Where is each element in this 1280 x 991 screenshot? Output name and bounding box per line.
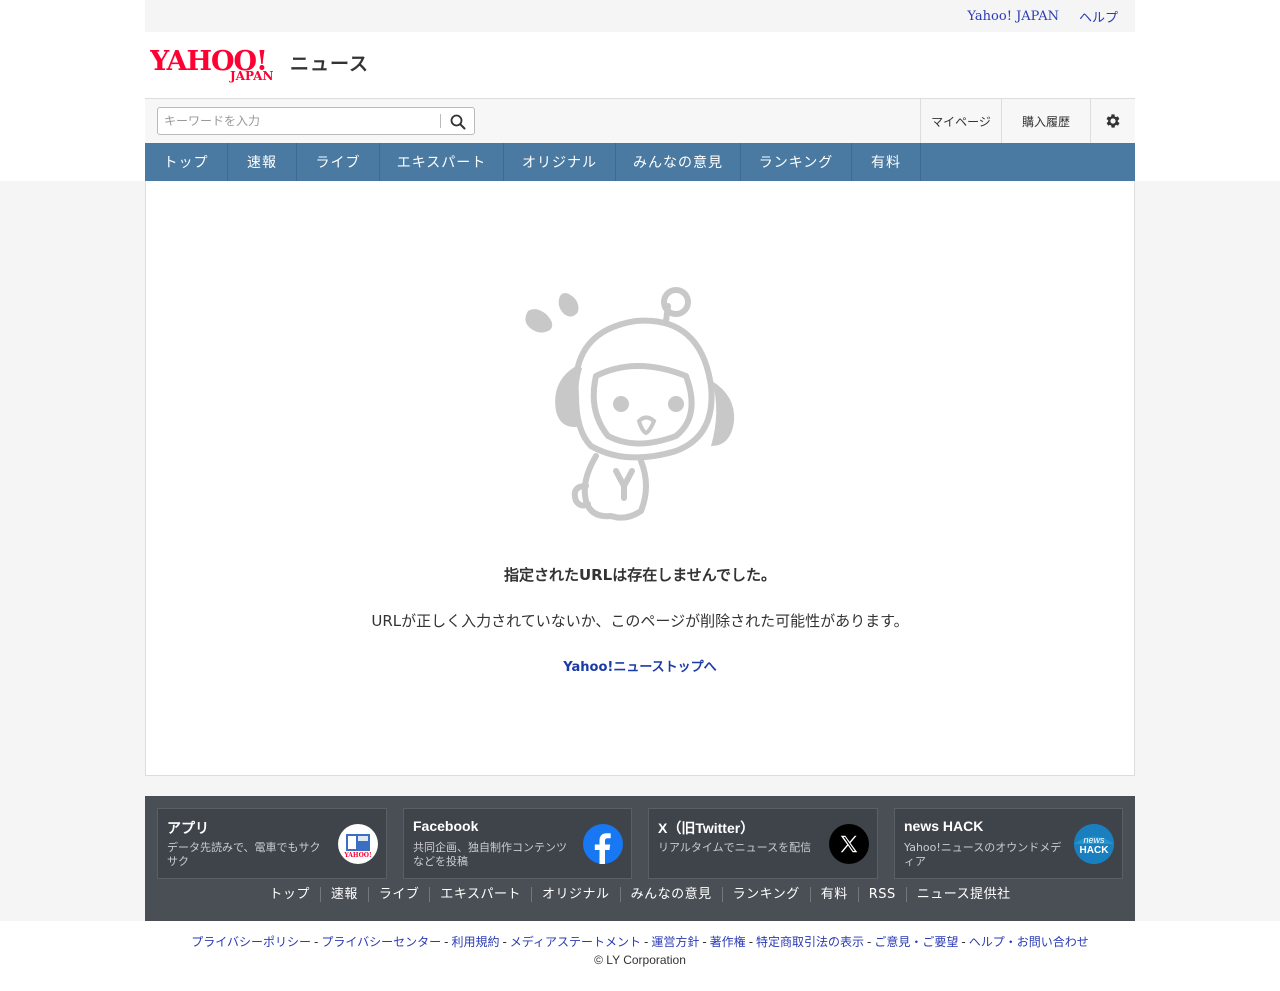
- footer-link-rss[interactable]: RSS: [859, 887, 907, 902]
- svg-text:news: news: [1083, 835, 1105, 845]
- privacy-policy-link[interactable]: プライバシーポリシー: [191, 935, 311, 949]
- facebook-card[interactable]: Facebook 共同企画、独自制作コンテンツなどを投稿: [403, 808, 632, 879]
- nav-breaking[interactable]: 速報: [228, 143, 297, 181]
- footer: アプリ データ先読みで、電車でもサクサク YAHOO! Facebook 共同企…: [145, 796, 1135, 921]
- error-title: 指定されたURLは存在しませんでした。: [503, 566, 777, 584]
- search-row: マイページ 購入履歴: [145, 98, 1135, 143]
- facebook-card-title: Facebook: [413, 818, 479, 834]
- newshack-card-desc: Yahoo!ニュースのオウンドメディア: [904, 841, 1062, 868]
- yahoo-japan-logo-icon: YAHOO! JAPAN: [150, 46, 273, 83]
- svg-text:YAHOO!: YAHOO!: [344, 852, 372, 858]
- svg-text:HACK: HACK: [1080, 845, 1110, 856]
- nav-original[interactable]: オリジナル: [504, 143, 616, 181]
- legal-links: プライバシーポリシー - プライバシーセンター - 利用規約 - メディアステートメント - 運…: [191, 935, 1089, 949]
- search-divider: [440, 114, 441, 128]
- media-statement-link[interactable]: メディアステートメント: [510, 935, 641, 949]
- settings-button[interactable]: [1090, 99, 1135, 143]
- nav-paid[interactable]: 有料: [852, 143, 921, 181]
- app-card-title: アプリ: [167, 820, 209, 836]
- footer-link-expert[interactable]: エキスパート: [430, 887, 533, 902]
- logo-area: YAHOO! JAPAN ニュース: [145, 32, 1135, 98]
- purchase-history-link[interactable]: 購入履歴: [1001, 99, 1090, 143]
- app-icon: YAHOO!: [338, 824, 378, 864]
- terms-link[interactable]: 利用規約: [451, 935, 499, 949]
- footer-link-providers[interactable]: ニュース提供社: [907, 887, 1021, 902]
- error-description: URLが正しく入力されていないか、このページが削除された可能性があります。: [371, 612, 909, 630]
- help-contact-link[interactable]: ヘルプ・お問い合わせ: [969, 935, 1089, 949]
- x-card-title: X（旧Twitter）: [658, 820, 755, 836]
- nav-top[interactable]: トップ: [145, 143, 228, 181]
- footer-link-live[interactable]: ライブ: [369, 887, 431, 902]
- account-links: マイページ 購入履歴: [920, 99, 1135, 143]
- commercial-law-link[interactable]: 特定商取引法の表示: [756, 935, 864, 949]
- footer-link-breaking[interactable]: 速報: [321, 887, 369, 902]
- footer-link-ranking[interactable]: ランキング: [723, 887, 811, 902]
- search-button[interactable]: [444, 111, 472, 132]
- x-card[interactable]: X（旧Twitter） リアルタイムでニュースを配信: [648, 808, 878, 879]
- help-link[interactable]: ヘルプ: [1079, 7, 1118, 26]
- copyright-text: © LY Corporation: [594, 953, 686, 967]
- gear-icon: [1106, 114, 1120, 128]
- logo-japan-text: JAPAN: [229, 69, 273, 83]
- mascot-illustration: [525, 287, 735, 521]
- search-input[interactable]: [158, 108, 440, 134]
- facebook-card-desc: 共同企画、独自制作コンテンツなどを投稿: [413, 841, 567, 868]
- x-card-desc: リアルタイムでニュースを配信: [658, 841, 812, 854]
- footer-link-paid[interactable]: 有料: [811, 887, 859, 902]
- global-nav: トップ 速報 ライブ エキスパート オリジナル みんなの意見 ランキング 有料: [145, 143, 1135, 181]
- search-box: [157, 107, 475, 135]
- x-icon: [829, 824, 869, 864]
- newshack-card[interactable]: news HACK Yahoo!ニュースのオウンドメディア news HACK: [894, 808, 1123, 879]
- logo-news-text: ニュース: [290, 54, 370, 75]
- footer-link-top[interactable]: トップ: [259, 887, 321, 902]
- nav-opinions[interactable]: みんなの意見: [616, 143, 741, 181]
- copyright-link[interactable]: 著作権: [710, 935, 746, 949]
- nav-live[interactable]: ライブ: [297, 143, 380, 181]
- search-icon: [450, 114, 466, 129]
- feedback-link[interactable]: ご意見・ご要望: [874, 935, 958, 949]
- facebook-icon: [583, 824, 623, 864]
- policy-link[interactable]: 運営方針: [651, 935, 699, 949]
- newshack-icon: news HACK: [1074, 824, 1114, 864]
- news-top-link[interactable]: Yahoo!ニューストップへ: [146, 656, 1134, 675]
- footer-link-opinions[interactable]: みんなの意見: [621, 887, 723, 902]
- nav-expert[interactable]: エキスパート: [380, 143, 504, 181]
- footer-link-original[interactable]: オリジナル: [532, 887, 621, 902]
- newshack-card-title: news HACK: [904, 818, 984, 834]
- privacy-center-link[interactable]: プライバシーセンター: [321, 935, 441, 949]
- yahoo-news-logo[interactable]: YAHOO! JAPAN ニュース: [150, 46, 369, 84]
- nav-ranking[interactable]: ランキング: [741, 143, 852, 181]
- error-card: 指定されたURLは存在しませんでした。 URLが正しく入力されていないか、このペ…: [145, 181, 1135, 776]
- yahoo-japan-link[interactable]: Yahoo! JAPAN: [967, 9, 1059, 24]
- app-card-desc: データ先読みで、電車でもサクサク: [167, 841, 321, 868]
- utility-bar: Yahoo! JAPAN ヘルプ: [145, 0, 1135, 32]
- app-card[interactable]: アプリ データ先読みで、電車でもサクサク YAHOO!: [157, 808, 387, 879]
- mypage-link[interactable]: マイページ: [920, 99, 1001, 143]
- footer-links: トップ 速報 ライブ エキスパート オリジナル みんなの意見 ランキング 有料 …: [145, 887, 1135, 902]
